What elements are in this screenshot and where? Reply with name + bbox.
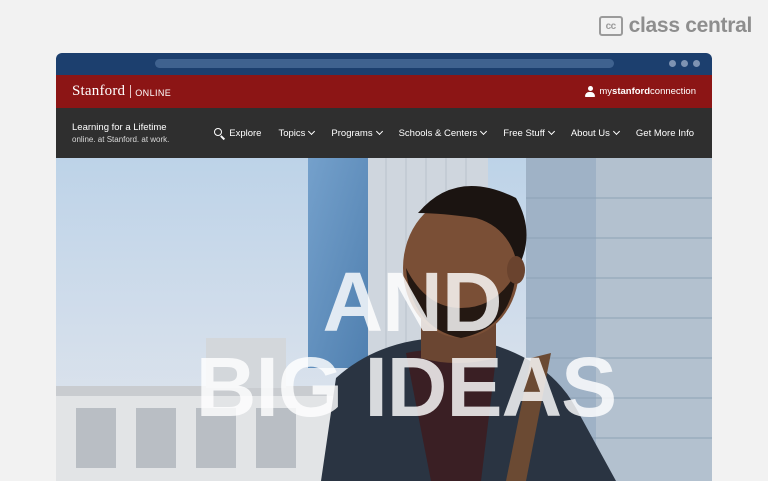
nav-item-label: Topics <box>278 127 306 139</box>
nav-item-label: About Us <box>570 127 610 139</box>
window-dot-icon[interactable] <box>693 60 700 67</box>
nav-item-label: Schools & Centers <box>398 127 478 139</box>
tagline: Learning for a Lifetime <box>72 122 167 133</box>
stanford-top-bar: Stanford ONLINE mystanfordconnection <box>56 75 712 108</box>
stanford-online-logo[interactable]: Stanford ONLINE <box>72 83 171 100</box>
nav-menu: Explore Topics Programs Schools & Center… <box>214 127 694 139</box>
hero-headline-line-1: AND <box>322 255 503 349</box>
brand-name: Stanford <box>72 83 126 99</box>
nav-item-explore[interactable]: Explore <box>214 127 262 139</box>
browser-window: Stanford ONLINE mystanfordconnection Lea… <box>56 53 712 481</box>
tagline-block: Learning for a Lifetime online. at Stanf… <box>72 122 169 144</box>
class-central-logo: cc class central <box>598 14 753 38</box>
nav-item-topics[interactable]: Topics <box>278 127 316 139</box>
hero-banner: AND BIG IDEAS <box>56 158 712 481</box>
connection-label: mystanfordconnection <box>599 86 696 97</box>
chevron-down-icon <box>547 127 555 136</box>
search-icon <box>214 127 225 139</box>
nav-item-programs[interactable]: Programs <box>331 127 383 139</box>
chevron-down-icon <box>308 127 316 136</box>
chevron-down-icon <box>612 127 620 136</box>
browser-chrome <box>56 53 712 75</box>
window-dot-icon[interactable] <box>681 60 688 67</box>
window-dot-icon[interactable] <box>669 60 676 67</box>
nav-item-label: Programs <box>331 127 373 139</box>
nav-item-get-more-info[interactable]: Get More Info <box>636 128 694 139</box>
chevron-down-icon <box>480 127 488 136</box>
nav-item-label: Free Stuff <box>503 127 545 139</box>
brand-sub: ONLINE <box>135 87 172 98</box>
main-navigation: Learning for a Lifetime online. at Stanf… <box>56 108 712 158</box>
class-central-badge-icon: cc <box>598 16 623 36</box>
nav-item-schools-centers[interactable]: Schools & Centers <box>398 127 488 139</box>
address-bar[interactable] <box>155 59 614 68</box>
class-central-wordmark: class central <box>628 14 753 37</box>
subtagline: online. at Stanford. at work. <box>72 135 170 144</box>
chevron-down-icon <box>375 127 383 136</box>
nav-item-label: Get More Info <box>635 127 694 139</box>
nav-item-label: Explore <box>229 127 262 139</box>
user-icon <box>585 86 596 97</box>
mystanford-connection-link[interactable]: mystanfordconnection <box>585 86 696 97</box>
nav-item-free-stuff[interactable]: Free Stuff <box>503 127 555 139</box>
nav-item-about-us[interactable]: About Us <box>570 127 620 139</box>
brand-divider <box>130 85 132 98</box>
hero-headline-line-2: BIG IDEAS <box>195 340 617 434</box>
window-controls <box>669 60 700 67</box>
